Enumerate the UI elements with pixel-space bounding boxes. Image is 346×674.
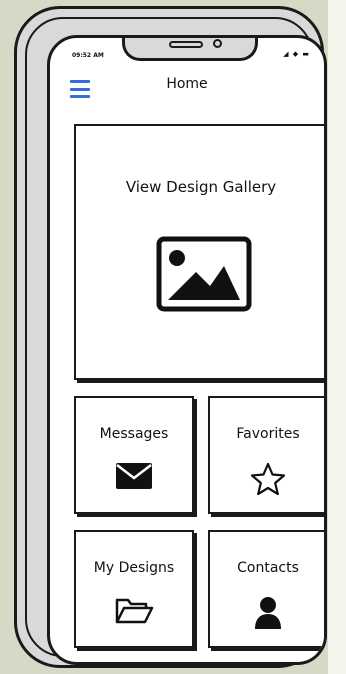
favorites-label: Favorites	[236, 426, 300, 442]
my-designs-tile[interactable]: My Designs	[74, 530, 194, 648]
messages-tile[interactable]: Messages	[74, 396, 194, 514]
gallery-label: View Design Gallery	[125, 178, 277, 196]
star-icon	[250, 462, 286, 496]
favorites-tile[interactable]: Favorites	[208, 396, 324, 514]
phone-screen: 09:52 AM ◢ ◆ ▬ Home View Design Gallery …	[47, 35, 327, 665]
image-icon	[156, 236, 252, 312]
camera-icon	[213, 39, 222, 48]
status-icons: ◢ ◆ ▬	[283, 50, 310, 58]
my-designs-label: My Designs	[93, 560, 175, 576]
phone-frame: 09:52 AM ◢ ◆ ▬ Home View Design Gallery …	[14, 6, 327, 668]
page-title: Home	[166, 76, 208, 92]
speaker-icon	[169, 41, 203, 48]
folder-open-icon	[115, 598, 154, 624]
user-icon	[255, 597, 281, 629]
backdrop-edge	[328, 0, 346, 674]
messages-label: Messages	[99, 426, 169, 442]
contacts-label: Contacts	[237, 560, 299, 576]
notch	[122, 38, 258, 61]
envelope-icon	[116, 463, 152, 489]
view-design-gallery-tile[interactable]: View Design Gallery	[74, 124, 324, 380]
status-time: 09:52 AM	[72, 52, 104, 59]
contacts-tile[interactable]: Contacts	[208, 530, 324, 648]
